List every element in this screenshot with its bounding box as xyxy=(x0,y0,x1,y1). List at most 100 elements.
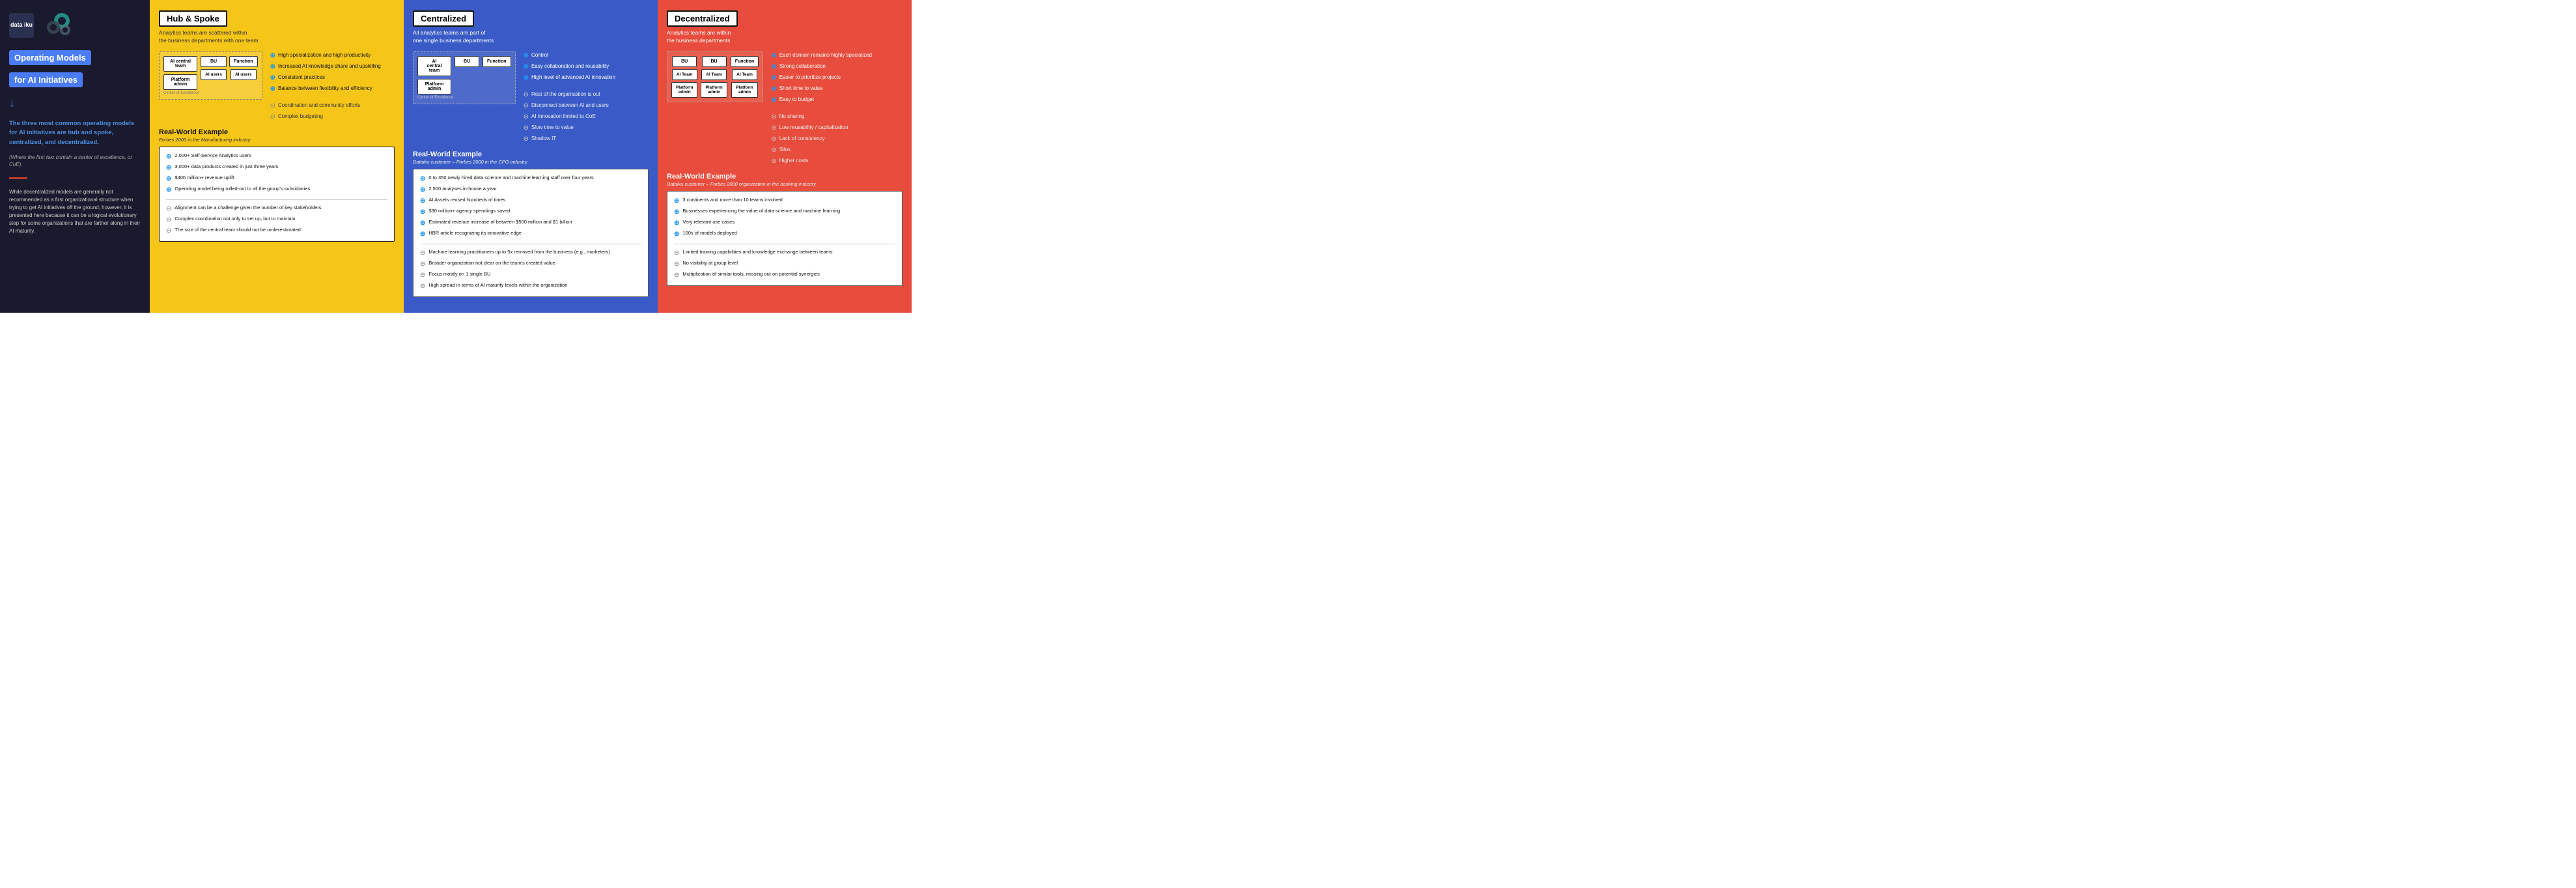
rwe-minus-2: ⊖ xyxy=(166,216,171,225)
dec-plus-5: ⊕ xyxy=(771,96,776,105)
cent-rwe-pro-1: ⊕ 0 to 350 newly hired data science and … xyxy=(420,175,641,184)
decentralized-diagram: BU AI Team Platform admin BU AI Team Pla… xyxy=(667,51,763,166)
hub-central-box: AI central team xyxy=(163,56,197,72)
hub-ai-users-2: AI users xyxy=(231,69,257,80)
cent-rwe-pro-2: ⊕ 2,500 analyses in-house a year xyxy=(420,186,641,195)
hub-header: Hub & Spoke Analytics teams are scattere… xyxy=(159,10,395,45)
dec-ai-team-3: AI Team xyxy=(732,69,757,80)
dec-ai-team-2: AI Team xyxy=(701,69,727,80)
plus-icon-2: ⊕ xyxy=(270,63,275,72)
cent-rwe-minus-4: ⊖ xyxy=(420,282,425,291)
hub-rwe-pro-2: ⊕ 3,000+ data products created in just t… xyxy=(166,164,387,173)
centralized-header: Centralized All analytics teams are part… xyxy=(413,10,649,45)
cent-rwe-minus-3: ⊖ xyxy=(420,271,425,280)
decentralized-rwe-subtitle: Dataiku customer – Forbes 2000 organizat… xyxy=(667,181,903,187)
dec-function: Function xyxy=(731,56,759,67)
cent-central-box: AI central team xyxy=(417,56,451,76)
dec-rwe-plus-1: ⊕ xyxy=(674,197,679,206)
left-panel: data iku Operating Models for AI Initiat… xyxy=(0,0,150,313)
note-text: (Where the first two contain a center of… xyxy=(9,154,141,168)
rwe-plus-4: ⊕ xyxy=(166,186,171,195)
cent-plus-2: ⊕ xyxy=(524,63,529,72)
hub-rwe-section: Real-World Example Forbes 2000 in the Ma… xyxy=(159,128,395,302)
centralized-rwe-header: Real-World Example Dataiku customer – Fo… xyxy=(413,150,649,165)
dec-ai-team-1: AI Team xyxy=(672,69,697,80)
dec-pro-5: ⊕ Easy to budget xyxy=(771,96,903,105)
rwe-plus-2: ⊕ xyxy=(166,164,171,173)
centralized-rwe-title: Real-World Example xyxy=(413,150,649,158)
rwe-minus-3: ⊖ xyxy=(166,227,171,236)
cent-minus-4: ⊖ xyxy=(524,124,529,133)
decentralized-rwe-box: ⊕ 3 continents and more than 10 teams in… xyxy=(667,191,903,286)
cent-rwe-minus-1: ⊖ xyxy=(420,249,425,258)
cent-plus-3: ⊕ xyxy=(524,74,529,83)
hub-rwe-header: Real-World Example Forbes 2000 in the Ma… xyxy=(159,128,395,143)
cent-coe-label: Center of Excellence xyxy=(417,96,511,100)
dec-pro-4: ⊕ Short time to value xyxy=(771,85,903,94)
centralized-title: Centralized xyxy=(413,10,474,27)
plus-icon-4: ⊕ xyxy=(270,85,275,94)
rwe-plus-3: ⊕ xyxy=(166,175,171,184)
dec-rwe-pro-2: ⊕ Businesses experiencing the value of d… xyxy=(674,208,895,217)
centralized-upper: AI central team Platform admin BU Functi… xyxy=(413,51,649,144)
cent-con-3: ⊖ AI Innovation limited to CoE xyxy=(524,113,649,122)
decentralized-subtitle: Analytics teams are within the business … xyxy=(667,29,903,45)
dec-con-3: ⊖ Lack of consistency xyxy=(771,135,903,144)
hub-platform-box: Platform admin xyxy=(163,74,197,90)
cent-rwe-plus-4: ⊕ xyxy=(420,208,425,217)
dec-platform-3: Platform admin xyxy=(731,82,757,98)
cent-rwe-pro-5: ⊕ Estimated revenue increase of between … xyxy=(420,219,641,228)
plus-icon-3: ⊕ xyxy=(270,74,275,83)
dec-pro-3: ⊕ Easier to prioritize projects xyxy=(771,74,903,83)
hub-rwe-pro-4: ⊕ Operating model being rolled-out to al… xyxy=(166,186,387,195)
centralized-rwe-section: Real-World Example Dataiku customer – Fo… xyxy=(413,150,649,302)
decentralized-pros-list: ⊕ Each domain remains highly specialized… xyxy=(771,51,903,166)
hub-upper: AI central team Platform admin BU AI use… xyxy=(159,51,395,122)
dec-bu1: BU xyxy=(672,56,697,67)
cent-rwe-con-2: ⊖ Broader organization not clear on the … xyxy=(420,260,641,269)
dec-plus-3: ⊕ xyxy=(771,74,776,83)
dec-rwe-minus-3: ⊖ xyxy=(674,271,679,280)
dec-rwe-pro-4: ⊕ 100s of models deployed xyxy=(674,230,895,239)
hub-diagram: AI central team Platform admin BU AI use… xyxy=(159,51,262,122)
decentralized-header: Decentralized Analytics teams are within… xyxy=(667,10,903,45)
decentralized-upper: BU AI Team Platform admin BU AI Team Pla… xyxy=(667,51,903,166)
cent-minus-1: ⊖ xyxy=(524,91,529,100)
dec-con-1: ⊖ No sharing xyxy=(771,113,903,122)
centralized-rwe-subtitle: Dataiku customer – Forbes 2000 in the CP… xyxy=(413,159,649,165)
cent-minus-5: ⊖ xyxy=(524,135,529,144)
minus-icon-1: ⊖ xyxy=(270,102,275,111)
cent-rwe-pro-4: ⊕ $30 million+ agency spendings saved xyxy=(420,208,641,217)
hub-spoke-section: Hub & Spoke Analytics teams are scattere… xyxy=(150,0,404,313)
dec-minus-3: ⊖ xyxy=(771,135,776,144)
decentralized-rwe-section: Real-World Example Dataiku customer – Fo… xyxy=(667,173,903,302)
cent-rwe-pro-3: ⊕ AI Assets reused hundreds of times xyxy=(420,197,641,206)
hub-pro-1: ⊕ High specialization and high productiv… xyxy=(270,51,395,61)
hub-coe-label: Center of Excellence xyxy=(163,91,258,95)
dec-rwe-pro-3: ⊕ Very relevant use cases xyxy=(674,219,895,228)
dec-con-4: ⊖ Silos xyxy=(771,146,903,155)
cent-pro-1: ⊕ Control xyxy=(524,51,649,61)
cent-rwe-con-4: ⊖ High spread in terms of AI maturity le… xyxy=(420,282,641,291)
title-badge-line1: Operating Models xyxy=(9,52,141,64)
hub-rwe-con-2: ⊖ Complex coordination not only to set u… xyxy=(166,216,387,225)
dec-rwe-minus-1: ⊖ xyxy=(674,249,679,258)
dec-rwe-pro-1: ⊕ 3 continents and more than 10 teams in… xyxy=(674,197,895,206)
dec-rwe-con-3: ⊖ Multiplication of similar tools, missi… xyxy=(674,271,895,280)
hub-function-box: Function xyxy=(229,56,258,67)
hub-rwe-con-3: ⊖ The size of the central team should no… xyxy=(166,227,387,236)
hub-ai-users-1: AI users xyxy=(201,69,227,80)
dec-pro-1: ⊕ Each domain remains highly specialized xyxy=(771,51,903,61)
gear-icon xyxy=(39,9,75,42)
cent-rwe-plus-5: ⊕ xyxy=(420,219,425,228)
cent-pro-2: ⊕ Easy collaboration and reusability xyxy=(524,63,649,72)
cent-rwe-con-3: ⊖ Focus mostly on 1 single BU xyxy=(420,271,641,280)
decentralized-section: Decentralized Analytics teams are within… xyxy=(658,0,912,313)
divider xyxy=(9,177,27,179)
cent-rwe-plus-3: ⊕ xyxy=(420,197,425,206)
dec-plus-2: ⊕ xyxy=(771,63,776,72)
body-text: While decentralized models are generally… xyxy=(9,188,141,235)
dec-minus-2: ⊖ xyxy=(771,124,776,133)
arrow-down-icon: ↓ xyxy=(9,96,141,110)
cent-con-2: ⊖ Disconnect between AI and users xyxy=(524,102,649,111)
